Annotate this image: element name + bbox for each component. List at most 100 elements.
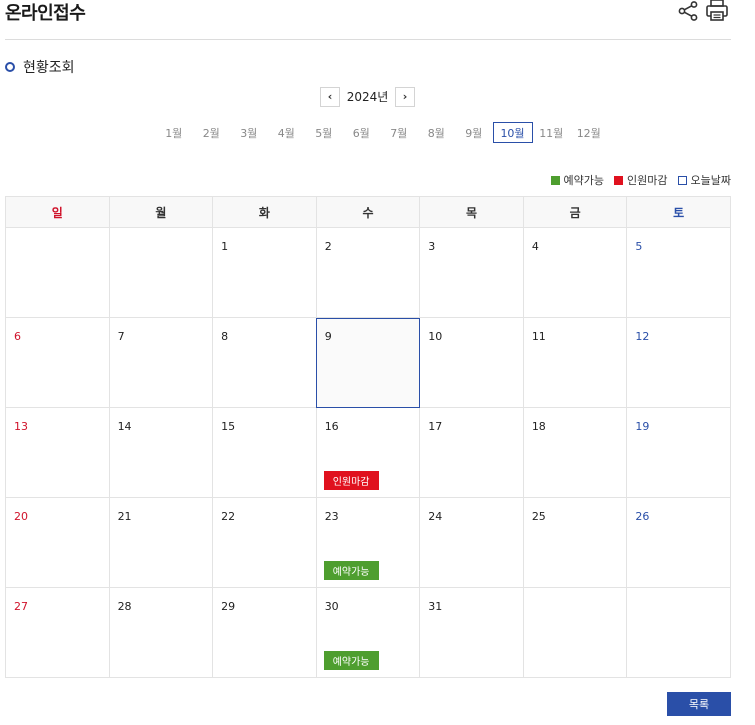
calendar-day[interactable]: 1 xyxy=(212,227,317,318)
weekday-header-4: 목 xyxy=(419,196,524,228)
calendar-day[interactable]: 3 xyxy=(419,227,524,318)
calendar-day[interactable]: 20 xyxy=(5,497,110,588)
legend-today: 오늘날짜 xyxy=(677,172,731,188)
day-number: 27 xyxy=(14,600,28,613)
day-number: 23 xyxy=(324,510,339,523)
circle-bullet-icon xyxy=(5,62,15,72)
weekday-header-5: 금 xyxy=(522,196,628,228)
calendar-day[interactable]: 14 xyxy=(108,407,214,498)
month-item-7[interactable]: 7월 xyxy=(380,122,418,143)
day-number: 13 xyxy=(14,420,28,433)
calendar-day[interactable]: 10 xyxy=(419,317,524,408)
prev-year-button[interactable]: ‹ xyxy=(320,86,340,107)
legend-available: 예약가능 xyxy=(550,172,604,188)
month-item-6[interactable]: 6월 xyxy=(343,122,381,143)
day-number: 8 xyxy=(221,330,229,343)
calendar-day[interactable]: 4 xyxy=(522,227,628,318)
legend-available-swatch xyxy=(550,175,560,185)
day-number: 24 xyxy=(428,510,443,523)
calendar-table: 일월화수목금토 1 2 3 4 5 6 7 8 9 10 11 12 13 14 15 16 인원마감 17 18 1… xyxy=(5,196,731,678)
calendar-week-row: 13 14 15 16 인원마감 17 18 19 xyxy=(5,407,731,498)
day-number: 21 xyxy=(117,510,132,523)
calendar-day[interactable]: 19 xyxy=(626,407,731,498)
calendar-day[interactable]: 24 xyxy=(419,497,524,588)
calendar-day[interactable]: 25 xyxy=(522,497,628,588)
calendar-day xyxy=(108,227,214,318)
day-number: 30 xyxy=(324,600,339,613)
calendar-day[interactable]: 13 xyxy=(5,407,110,498)
day-number: 12 xyxy=(635,330,650,343)
calendar-day[interactable]: 22 xyxy=(212,497,317,588)
calendar-day[interactable]: 26 xyxy=(626,497,731,588)
calendar-day[interactable]: 15 xyxy=(212,407,317,498)
calendar-day[interactable]: 5 xyxy=(626,227,731,318)
legend-closed: 인원마감 xyxy=(614,172,668,188)
calendar-day[interactable]: 6 xyxy=(5,317,110,408)
calendar-day[interactable]: 30 예약가능 xyxy=(315,587,421,678)
legend-closed-label: 인원마감 xyxy=(627,174,668,187)
month-item-4[interactable]: 4월 xyxy=(268,122,306,143)
day-number: 18 xyxy=(531,420,546,433)
day-number: 11 xyxy=(531,330,546,343)
day-number: 9 xyxy=(324,330,332,343)
share-icon[interactable] xyxy=(677,0,699,22)
legend-today-label: 오늘날짜 xyxy=(690,174,731,187)
calendar-week-row: 1 2 3 4 5 xyxy=(5,227,731,318)
month-item-12[interactable]: 12월 xyxy=(570,122,608,143)
status-badge-available[interactable]: 예약가능 xyxy=(323,561,379,580)
year-navigation: ‹ 2024년 › xyxy=(320,86,415,107)
month-item-11[interactable]: 11월 xyxy=(533,122,571,143)
calendar-day xyxy=(5,227,110,318)
calendar-day[interactable]: 8 xyxy=(212,317,317,408)
legend: 예약가능 인원마감 오늘날짜 xyxy=(541,172,731,188)
day-number: 29 xyxy=(221,600,236,613)
legend-closed-swatch xyxy=(614,175,624,185)
status-badge-available[interactable]: 예약가능 xyxy=(323,651,379,670)
calendar-day[interactable]: 12 xyxy=(626,317,731,408)
calendar-day[interactable]: 27 xyxy=(5,587,110,678)
calendar-day xyxy=(626,587,731,678)
status-badge-closed[interactable]: 인원마감 xyxy=(323,471,379,490)
calendar-day xyxy=(522,587,628,678)
calendar-day[interactable]: 29 xyxy=(212,587,317,678)
day-number: 25 xyxy=(531,510,546,523)
list-button[interactable]: 목록 xyxy=(667,692,731,716)
calendar-day[interactable]: 16 인원마감 xyxy=(315,407,421,498)
day-number: 10 xyxy=(428,330,443,343)
calendar-week-row: 27 28 29 30 예약가능 31 xyxy=(5,587,731,678)
month-navigation: 1월 2월 3월 4월 5월 6월 7월 8월 9월 10월 11월 12월 xyxy=(155,122,608,143)
legend-today-swatch xyxy=(677,175,687,185)
day-number: 1 xyxy=(221,240,229,253)
month-item-1[interactable]: 1월 xyxy=(155,122,193,143)
weekday-header-6: 토 xyxy=(626,196,731,228)
day-number: 22 xyxy=(221,510,236,523)
calendar-day[interactable]: 17 xyxy=(419,407,524,498)
weekday-header-2: 화 xyxy=(212,196,317,228)
calendar-day[interactable]: 31 xyxy=(419,587,524,678)
print-icon[interactable] xyxy=(705,0,729,22)
calendar-week-row: 20 21 22 23 예약가능 24 25 26 xyxy=(5,497,731,588)
calendar-day[interactable]: 18 xyxy=(522,407,628,498)
section-title: 현황조회 xyxy=(5,57,75,77)
month-item-5[interactable]: 5월 xyxy=(305,122,343,143)
next-year-button[interactable]: › xyxy=(395,86,415,107)
weekday-header-0: 일 xyxy=(5,196,110,228)
calendar-day[interactable]: 23 예약가능 xyxy=(315,497,421,588)
month-item-10[interactable]: 10월 xyxy=(492,122,533,143)
calendar-day[interactable]: 11 xyxy=(522,317,628,408)
calendar-day[interactable]: 28 xyxy=(108,587,214,678)
month-item-9[interactable]: 9월 xyxy=(455,122,493,143)
calendar-day[interactable]: 2 xyxy=(315,227,421,318)
weekday-header-row: 일월화수목금토 xyxy=(5,196,731,228)
day-number: 15 xyxy=(221,420,236,433)
day-number: 7 xyxy=(117,330,125,343)
day-number: 20 xyxy=(14,510,28,523)
calendar-day[interactable]: 7 xyxy=(108,317,214,408)
month-item-2[interactable]: 2월 xyxy=(193,122,231,143)
calendar-day-today[interactable]: 9 xyxy=(315,317,421,408)
month-item-8[interactable]: 8월 xyxy=(418,122,456,143)
day-number: 26 xyxy=(635,510,650,523)
month-item-3[interactable]: 3월 xyxy=(230,122,268,143)
calendar-day[interactable]: 21 xyxy=(108,497,214,588)
day-number: 2 xyxy=(324,240,332,253)
